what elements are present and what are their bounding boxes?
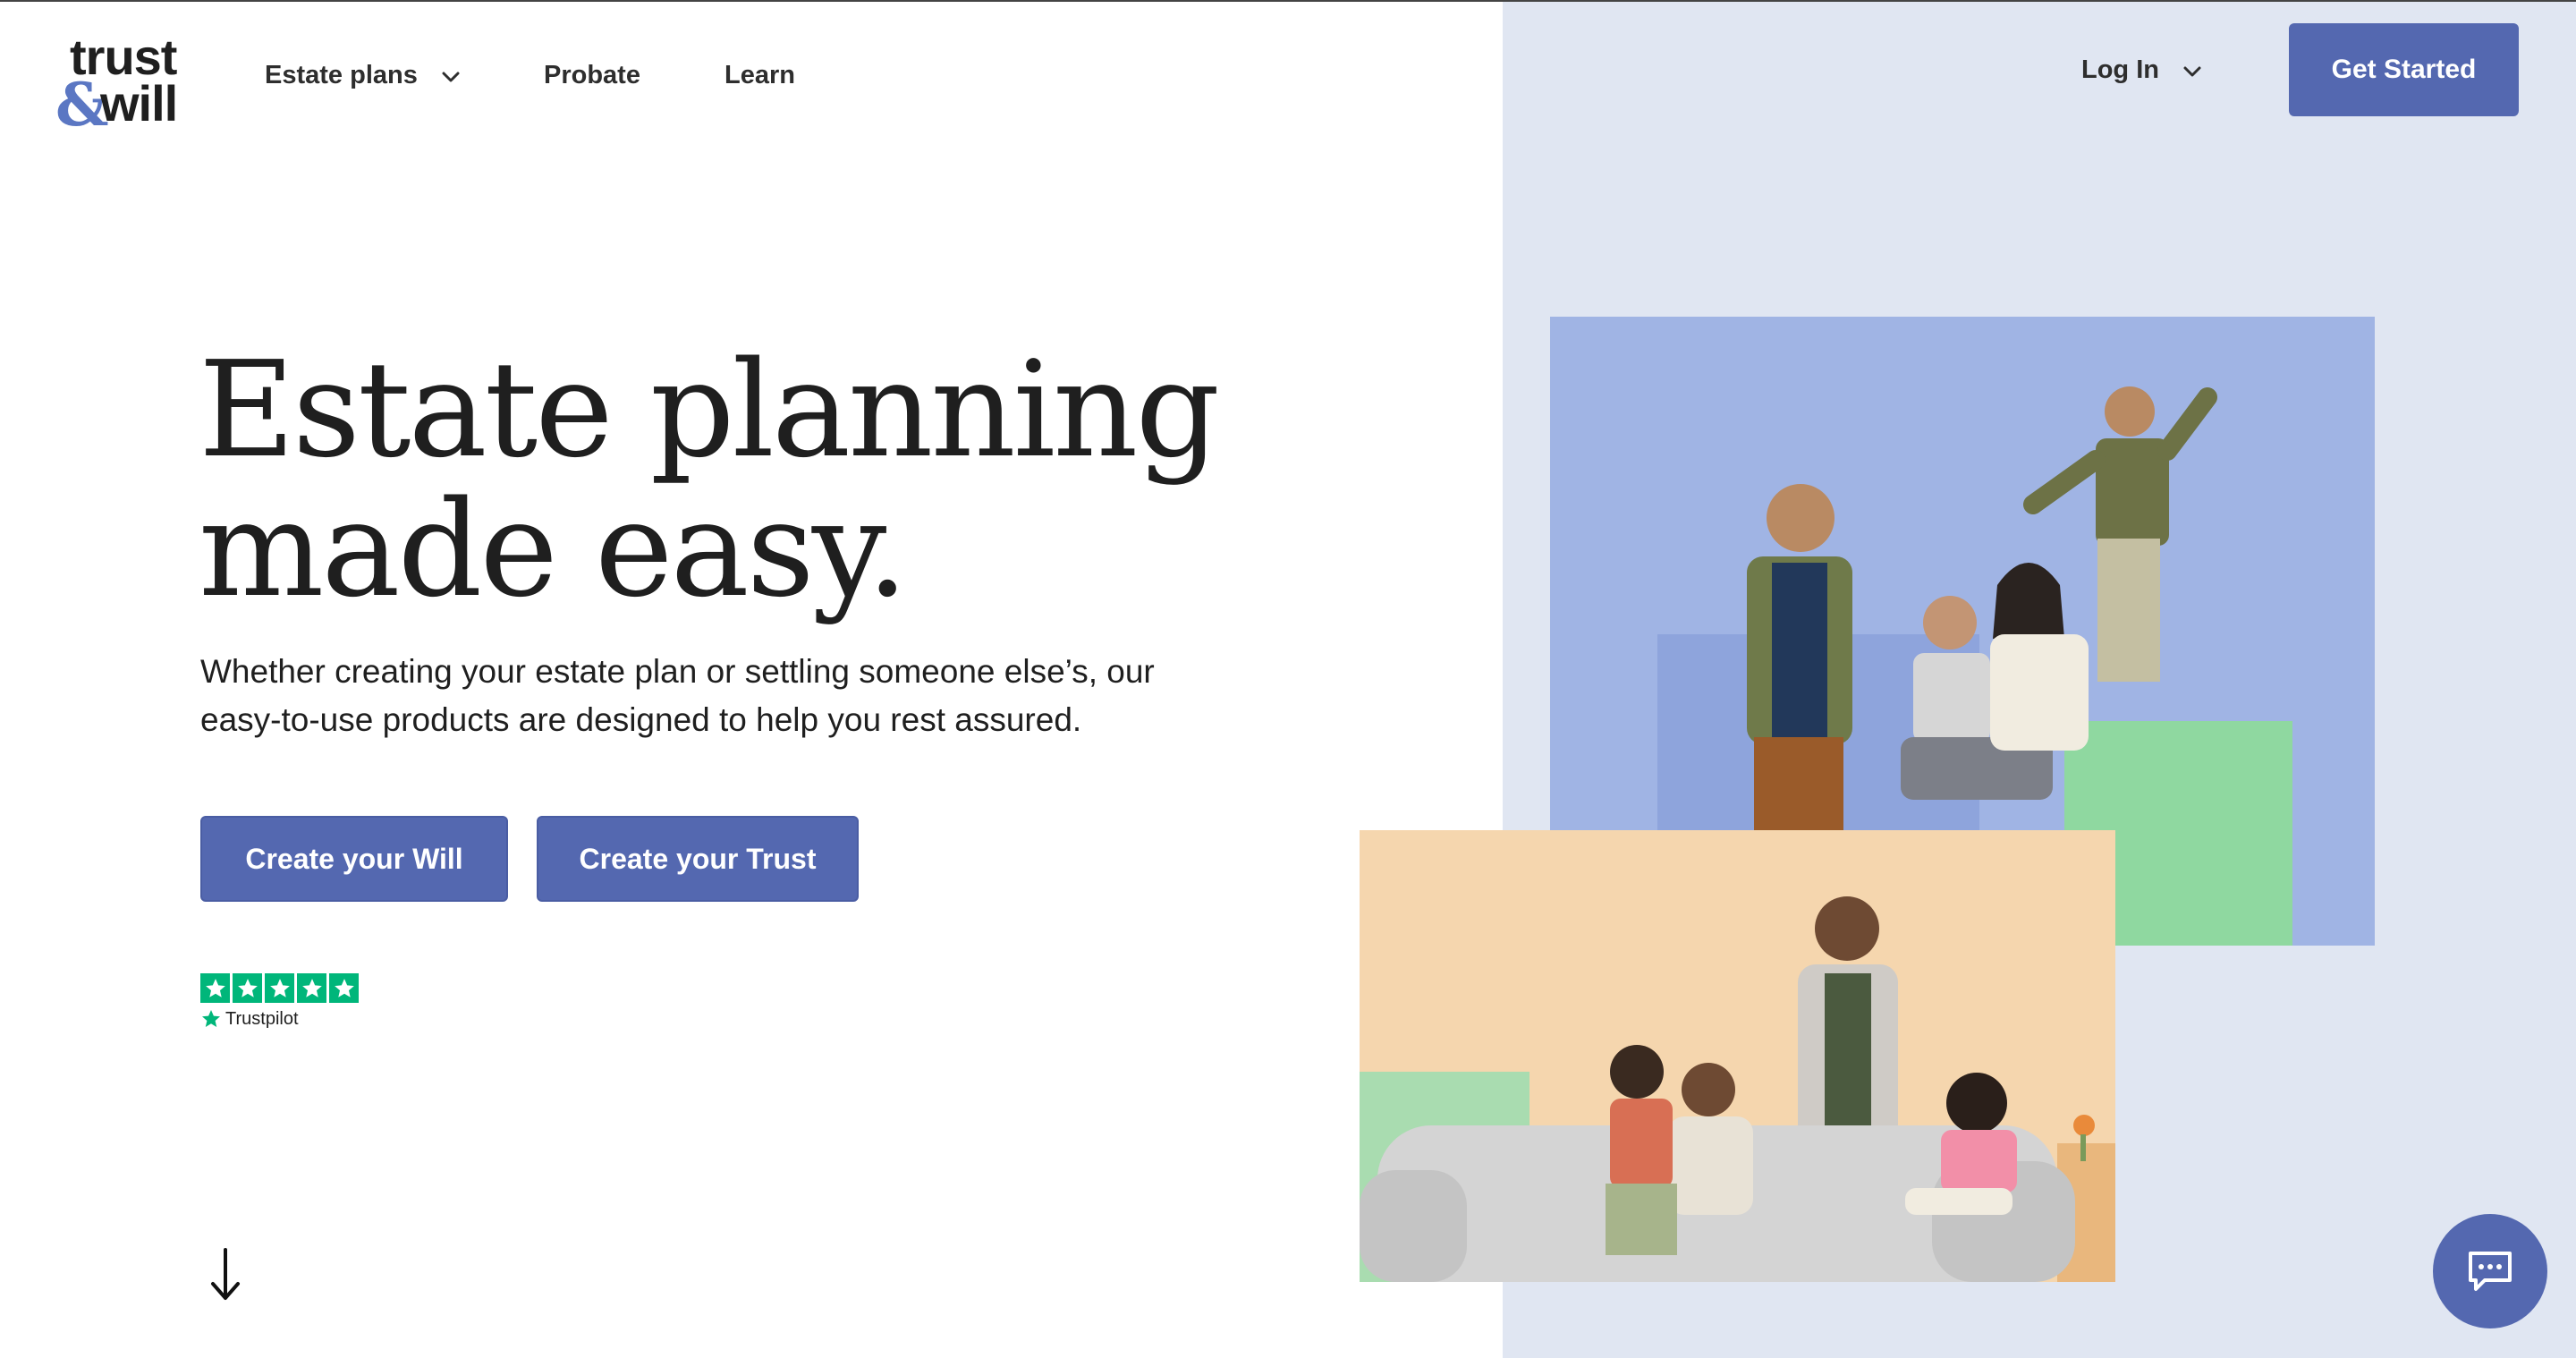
nav-learn[interactable]: Learn	[724, 57, 795, 93]
nav-probate[interactable]: Probate	[544, 57, 640, 93]
hero-subtitle-line-2: easy-to-use products are designed to hel…	[200, 701, 1082, 738]
trustpilot-text: Trustpilot	[225, 1008, 299, 1029]
login-label: Log In	[2081, 55, 2159, 84]
star-icon	[329, 973, 359, 1003]
trustpilot-stars	[200, 973, 359, 1003]
star-icon	[265, 973, 294, 1003]
nav-estate-plans[interactable]: Estate plans	[265, 57, 461, 93]
create-will-button[interactable]: Create your Will	[200, 816, 508, 902]
trustpilot-label: Trustpilot	[200, 1008, 359, 1030]
chevron-down-icon	[441, 61, 461, 90]
chat-bubble-icon	[2469, 1252, 2512, 1291]
window-top-border	[0, 0, 2576, 2]
page: trust & will Estate plans Probate Learn …	[0, 0, 2576, 1358]
create-trust-button[interactable]: Create your Trust	[537, 816, 859, 902]
trustpilot-rating[interactable]: Trustpilot	[200, 973, 359, 1030]
chat-button[interactable]	[2433, 1214, 2547, 1328]
star-icon	[297, 973, 326, 1003]
arrow-down-icon[interactable]	[208, 1248, 243, 1302]
hero-subtitle: Whether creating your estate plan or set…	[200, 648, 1220, 744]
trustpilot-star-icon	[202, 1010, 220, 1027]
hero-title: Estate planning made easy.	[199, 340, 1272, 619]
logo-text-will: will	[100, 75, 178, 132]
hero-title-line-2: made easy.	[199, 472, 909, 626]
nav-learn-label: Learn	[724, 60, 795, 89]
login-menu[interactable]: Log In	[2081, 52, 2202, 88]
star-icon	[233, 973, 262, 1003]
nav-probate-label: Probate	[544, 60, 640, 89]
hero-subtitle-line-1: Whether creating your estate plan or set…	[200, 653, 1155, 690]
chevron-down-icon	[2182, 55, 2202, 85]
nav-estate-plans-label: Estate plans	[265, 60, 418, 89]
trust-and-will-logo[interactable]: trust & will	[55, 32, 190, 135]
family-photo-peach	[1360, 830, 2115, 1282]
star-icon	[200, 973, 230, 1003]
get-started-button[interactable]: Get Started	[2289, 23, 2519, 116]
hero-title-line-1: Estate planning	[199, 333, 1220, 487]
